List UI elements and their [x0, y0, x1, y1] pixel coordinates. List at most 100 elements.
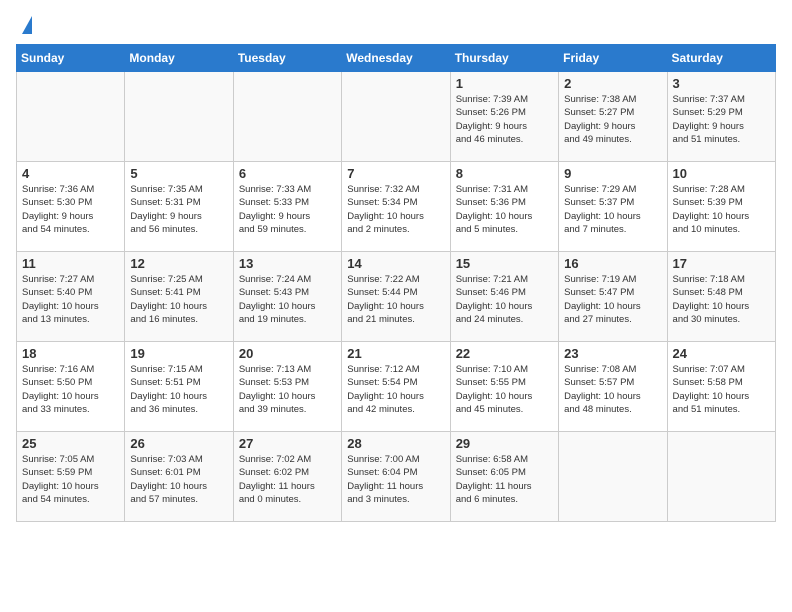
day-cell: 9 Sunrise: 7:29 AM Sunset: 5:37 PM Daylig… [559, 162, 667, 252]
day-number: 20 [239, 346, 336, 361]
day-number: 26 [130, 436, 227, 451]
day-cell: 29 Sunrise: 6:58 AM Sunset: 6:05 PM Dayli… [450, 432, 558, 522]
day-info: Sunrise: 7:21 AM Sunset: 5:46 PM Dayligh… [456, 273, 553, 326]
day-cell: 27 Sunrise: 7:02 AM Sunset: 6:02 PM Dayli… [233, 432, 341, 522]
day-cell: 28 Sunrise: 7:00 AM Sunset: 6:04 PM Dayli… [342, 432, 450, 522]
day-info: Sunrise: 7:33 AM Sunset: 5:33 PM Dayligh… [239, 183, 336, 236]
day-cell [125, 72, 233, 162]
day-number: 15 [456, 256, 553, 271]
day-number: 4 [22, 166, 119, 181]
day-number: 5 [130, 166, 227, 181]
day-number: 1 [456, 76, 553, 91]
day-number: 6 [239, 166, 336, 181]
day-info: Sunrise: 7:00 AM Sunset: 6:04 PM Dayligh… [347, 453, 444, 506]
day-cell: 13 Sunrise: 7:24 AM Sunset: 5:43 PM Dayli… [233, 252, 341, 342]
day-info: Sunrise: 7:18 AM Sunset: 5:48 PM Dayligh… [673, 273, 770, 326]
day-header-friday: Friday [559, 45, 667, 72]
day-number: 7 [347, 166, 444, 181]
day-info: Sunrise: 6:58 AM Sunset: 6:05 PM Dayligh… [456, 453, 553, 506]
day-cell: 18 Sunrise: 7:16 AM Sunset: 5:50 PM Dayli… [17, 342, 125, 432]
day-info: Sunrise: 7:36 AM Sunset: 5:30 PM Dayligh… [22, 183, 119, 236]
day-info: Sunrise: 7:16 AM Sunset: 5:50 PM Dayligh… [22, 363, 119, 416]
day-header-wednesday: Wednesday [342, 45, 450, 72]
day-number: 12 [130, 256, 227, 271]
day-info: Sunrise: 7:22 AM Sunset: 5:44 PM Dayligh… [347, 273, 444, 326]
day-number: 23 [564, 346, 661, 361]
day-cell: 1 Sunrise: 7:39 AM Sunset: 5:26 PM Daylig… [450, 72, 558, 162]
day-info: Sunrise: 7:24 AM Sunset: 5:43 PM Dayligh… [239, 273, 336, 326]
week-row-3: 11Sunrise: 7:27 AM Sunset: 5:40 PM Dayli… [17, 252, 776, 342]
day-number: 16 [564, 256, 661, 271]
day-info: Sunrise: 7:29 AM Sunset: 5:37 PM Dayligh… [564, 183, 661, 236]
week-row-5: 25 Sunrise: 7:05 AM Sunset: 5:59 PM Dayli… [17, 432, 776, 522]
day-info: Sunrise: 7:39 AM Sunset: 5:26 PM Dayligh… [456, 93, 553, 146]
day-cell [233, 72, 341, 162]
day-info: Sunrise: 7:19 AM Sunset: 5:47 PM Dayligh… [564, 273, 661, 326]
week-row-2: 4 Sunrise: 7:36 AM Sunset: 5:30 PM Daylig… [17, 162, 776, 252]
logo-triangle-icon [22, 16, 32, 34]
day-number: 27 [239, 436, 336, 451]
day-header-sunday: Sunday [17, 45, 125, 72]
day-cell: 11Sunrise: 7:27 AM Sunset: 5:40 PM Dayli… [17, 252, 125, 342]
day-cell: 7Sunrise: 7:32 AM Sunset: 5:34 PM Daylig… [342, 162, 450, 252]
day-number: 29 [456, 436, 553, 451]
day-cell [667, 432, 775, 522]
day-cell: 16 Sunrise: 7:19 AM Sunset: 5:47 PM Dayli… [559, 252, 667, 342]
week-row-1: 1 Sunrise: 7:39 AM Sunset: 5:26 PM Daylig… [17, 72, 776, 162]
day-header-tuesday: Tuesday [233, 45, 341, 72]
calendar-table: SundayMondayTuesdayWednesdayThursdayFrid… [16, 44, 776, 522]
day-cell: 8 Sunrise: 7:31 AM Sunset: 5:36 PM Daylig… [450, 162, 558, 252]
day-cell: 15 Sunrise: 7:21 AM Sunset: 5:46 PM Dayli… [450, 252, 558, 342]
day-number: 13 [239, 256, 336, 271]
day-number: 8 [456, 166, 553, 181]
week-row-4: 18 Sunrise: 7:16 AM Sunset: 5:50 PM Dayli… [17, 342, 776, 432]
header [16, 16, 776, 34]
day-number: 18 [22, 346, 119, 361]
day-cell: 24 Sunrise: 7:07 AM Sunset: 5:58 PM Dayli… [667, 342, 775, 432]
day-number: 2 [564, 76, 661, 91]
day-info: Sunrise: 7:13 AM Sunset: 5:53 PM Dayligh… [239, 363, 336, 416]
day-header-saturday: Saturday [667, 45, 775, 72]
day-cell: 4 Sunrise: 7:36 AM Sunset: 5:30 PM Daylig… [17, 162, 125, 252]
day-cell: 2 Sunrise: 7:38 AM Sunset: 5:27 PM Daylig… [559, 72, 667, 162]
day-number: 24 [673, 346, 770, 361]
logo [16, 16, 32, 34]
day-cell: 22 Sunrise: 7:10 AM Sunset: 5:55 PM Dayli… [450, 342, 558, 432]
day-info: Sunrise: 7:05 AM Sunset: 5:59 PM Dayligh… [22, 453, 119, 506]
header-row: SundayMondayTuesdayWednesdayThursdayFrid… [17, 45, 776, 72]
day-info: Sunrise: 7:31 AM Sunset: 5:36 PM Dayligh… [456, 183, 553, 236]
day-number: 10 [673, 166, 770, 181]
day-number: 14 [347, 256, 444, 271]
day-cell: 26 Sunrise: 7:03 AM Sunset: 6:01 PM Dayli… [125, 432, 233, 522]
day-info: Sunrise: 7:10 AM Sunset: 5:55 PM Dayligh… [456, 363, 553, 416]
day-cell [17, 72, 125, 162]
day-cell: 25 Sunrise: 7:05 AM Sunset: 5:59 PM Dayli… [17, 432, 125, 522]
day-number: 21 [347, 346, 444, 361]
day-cell [559, 432, 667, 522]
day-number: 3 [673, 76, 770, 91]
day-number: 11 [22, 256, 119, 271]
day-number: 19 [130, 346, 227, 361]
day-info: Sunrise: 7:35 AM Sunset: 5:31 PM Dayligh… [130, 183, 227, 236]
day-info: Sunrise: 7:28 AM Sunset: 5:39 PM Dayligh… [673, 183, 770, 236]
day-info: Sunrise: 7:08 AM Sunset: 5:57 PM Dayligh… [564, 363, 661, 416]
day-info: Sunrise: 7:07 AM Sunset: 5:58 PM Dayligh… [673, 363, 770, 416]
day-cell [342, 72, 450, 162]
day-number: 25 [22, 436, 119, 451]
day-info: Sunrise: 7:03 AM Sunset: 6:01 PM Dayligh… [130, 453, 227, 506]
day-cell: 3Sunrise: 7:37 AM Sunset: 5:29 PM Daylig… [667, 72, 775, 162]
day-header-thursday: Thursday [450, 45, 558, 72]
day-info: Sunrise: 7:38 AM Sunset: 5:27 PM Dayligh… [564, 93, 661, 146]
day-info: Sunrise: 7:02 AM Sunset: 6:02 PM Dayligh… [239, 453, 336, 506]
day-header-monday: Monday [125, 45, 233, 72]
day-number: 28 [347, 436, 444, 451]
day-cell: 17 Sunrise: 7:18 AM Sunset: 5:48 PM Dayli… [667, 252, 775, 342]
day-cell: 21Sunrise: 7:12 AM Sunset: 5:54 PM Dayli… [342, 342, 450, 432]
day-cell: 12Sunrise: 7:25 AM Sunset: 5:41 PM Dayli… [125, 252, 233, 342]
day-cell: 6 Sunrise: 7:33 AM Sunset: 5:33 PM Daylig… [233, 162, 341, 252]
day-number: 17 [673, 256, 770, 271]
day-cell: 14 Sunrise: 7:22 AM Sunset: 5:44 PM Dayli… [342, 252, 450, 342]
day-number: 9 [564, 166, 661, 181]
day-number: 22 [456, 346, 553, 361]
day-cell: 23 Sunrise: 7:08 AM Sunset: 5:57 PM Dayli… [559, 342, 667, 432]
